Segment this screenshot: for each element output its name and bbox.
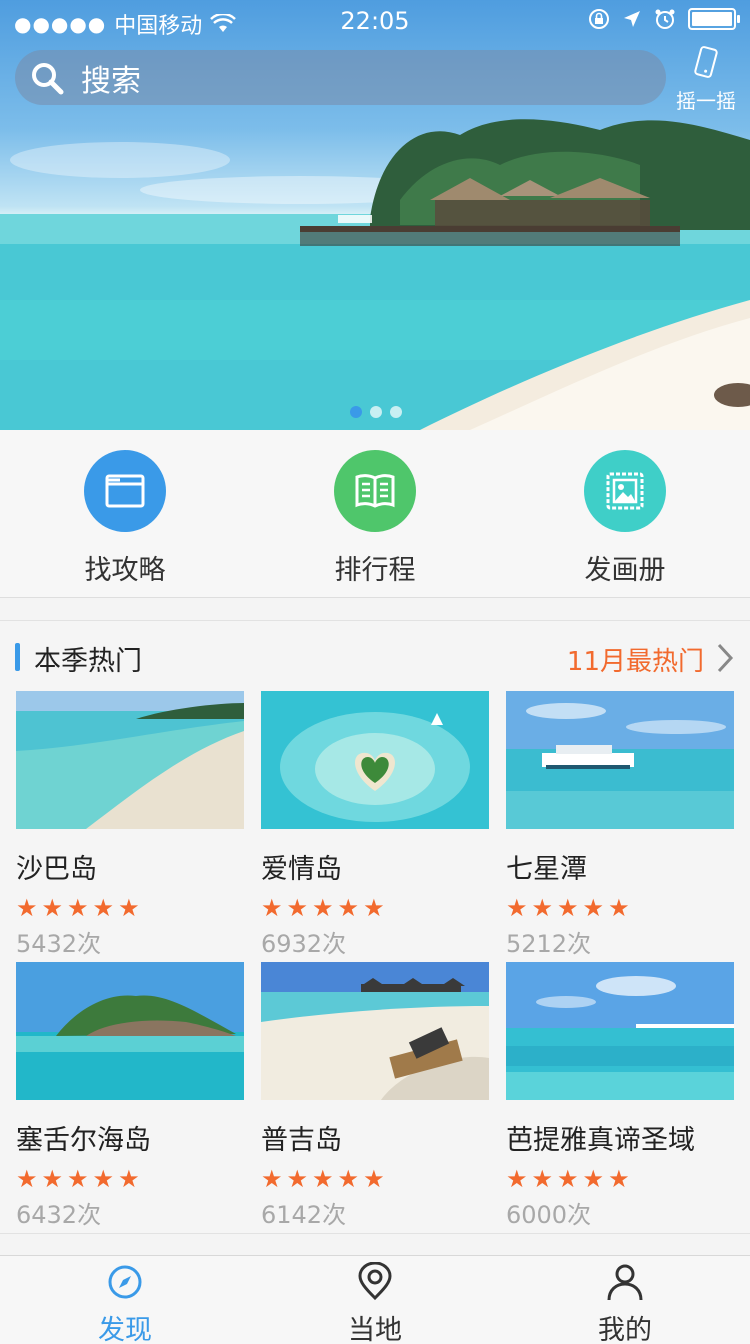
destination-card[interactable]: 爱情岛 ★★★★★ 6932次 [261, 691, 489, 959]
hot-section: 本季热门 11月最热门 沙巴岛 ★★★★★ 5432次 爱情岛 ★★★★★ 69… [0, 620, 750, 1234]
tab-local[interactable]: 当地 [315, 1261, 435, 1344]
tab-discover-label: 发现 [98, 1315, 152, 1344]
rotation-lock-icon [589, 9, 609, 29]
rating-stars: ★★★★★ [506, 1165, 634, 1193]
banner-pager[interactable] [350, 406, 402, 418]
post-album-button[interactable]: 发画册 [565, 450, 685, 587]
visit-count: 6932次 [261, 930, 347, 958]
compass-icon [108, 1265, 142, 1299]
destination-photo[interactable] [16, 962, 244, 1100]
visit-count: 6142次 [261, 1201, 347, 1229]
folder-icon [84, 450, 166, 532]
phone-shake-icon [694, 46, 718, 78]
status-bar: ●●●●● 中国移动 22:05 [0, 0, 750, 40]
rating-stars: ★★★★★ [16, 1165, 144, 1193]
destination-photo[interactable] [261, 691, 489, 829]
destination-card[interactable]: 沙巴岛 ★★★★★ 5432次 [16, 691, 244, 959]
destination-photo[interactable] [16, 691, 244, 829]
destination-photo[interactable] [506, 962, 734, 1100]
quick-actions: 找攻略 排行程 发画册 [0, 430, 750, 598]
destination-card[interactable]: 芭提雅真谛圣域 ★★★★★ 6000次 [506, 962, 734, 1230]
plan-trip-label: 排行程 [334, 555, 416, 586]
pager-dot[interactable] [370, 406, 382, 418]
find-guide-button[interactable]: 找攻略 [65, 450, 185, 587]
chevron-right-icon[interactable] [714, 641, 736, 675]
destination-name: 爱情岛 [261, 854, 342, 885]
destination-card[interactable]: 普吉岛 ★★★★★ 6142次 [261, 962, 489, 1230]
hero-banner[interactable]: ●●●●● 中国移动 22:05 搜索 摇一摇 [0, 0, 750, 430]
destination-card[interactable]: 塞舌尔海岛 ★★★★★ 6432次 [16, 962, 244, 1230]
location-pin-icon [358, 1261, 392, 1301]
shake-button[interactable]: 摇一摇 [674, 46, 738, 114]
search-placeholder[interactable]: 搜索 [81, 56, 141, 100]
location-arrow-icon [624, 11, 640, 27]
tab-mine-label: 我的 [598, 1315, 652, 1344]
tab-local-label: 当地 [348, 1315, 402, 1344]
book-icon [334, 450, 416, 532]
destination-name: 普吉岛 [261, 1125, 342, 1156]
hot-title: 本季热门 [34, 646, 142, 677]
rating-stars: ★★★★★ [261, 894, 389, 922]
destination-photo[interactable] [261, 962, 489, 1100]
post-album-label: 发画册 [584, 555, 666, 586]
section-accent-bar [15, 643, 20, 671]
picture-icon [584, 450, 666, 532]
tab-discover[interactable]: 发现 [65, 1262, 185, 1344]
hot-header: 本季热门 11月最热门 [0, 621, 750, 691]
rating-stars: ★★★★★ [261, 1165, 389, 1193]
visit-count: 5432次 [16, 930, 102, 958]
destination-name: 沙巴岛 [16, 854, 97, 885]
hot-more-link[interactable]: 11月最热门 [567, 641, 704, 678]
pager-dot[interactable] [350, 406, 362, 418]
person-icon [607, 1264, 643, 1301]
search-icon [32, 62, 64, 94]
battery-icon [688, 8, 740, 30]
visit-count: 5212次 [506, 930, 592, 958]
pager-dot[interactable] [390, 406, 402, 418]
plan-trip-button[interactable]: 排行程 [315, 450, 435, 587]
destination-name: 七星潭 [506, 854, 587, 885]
tab-mine[interactable]: 我的 [565, 1262, 685, 1344]
destination-name: 芭提雅真谛圣域 [506, 1125, 695, 1156]
visit-count: 6432次 [16, 1201, 102, 1229]
destination-photo[interactable] [506, 691, 734, 829]
rating-stars: ★★★★★ [16, 894, 144, 922]
alarm-icon [655, 9, 675, 29]
destination-card[interactable]: 七星潭 ★★★★★ 5212次 [506, 691, 734, 959]
destination-name: 塞舌尔海岛 [16, 1125, 151, 1156]
shake-label: 摇一摇 [676, 89, 736, 113]
search-bar[interactable]: 搜索 [15, 50, 666, 105]
rating-stars: ★★★★★ [506, 894, 634, 922]
app-screen: ●●●●● 中国移动 22:05 搜索 摇一摇 找攻略 排行程 发画册 本季热门… [0, 0, 750, 1344]
tab-bar: 发现 当地 我的 [0, 1255, 750, 1344]
visit-count: 6000次 [506, 1201, 592, 1229]
find-guide-label: 找攻略 [84, 555, 166, 586]
status-right [588, 8, 740, 30]
